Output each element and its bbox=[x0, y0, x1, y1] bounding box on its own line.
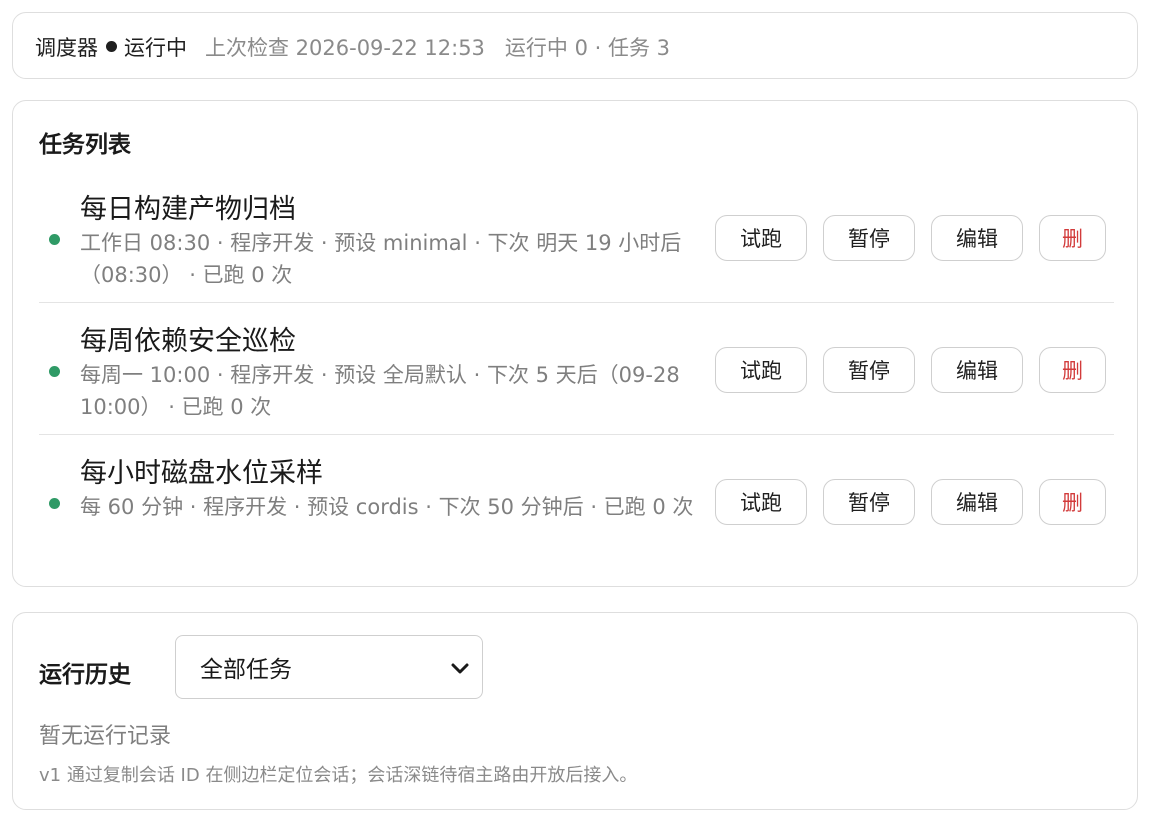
edit-button[interactable]: 编辑 bbox=[931, 479, 1023, 525]
task-row: 每小时磁盘水位采样 每 60 分钟 · 程序开发 · 预设 cordis · 下… bbox=[39, 435, 1114, 567]
pause-button[interactable]: 暂停 bbox=[823, 347, 915, 393]
pause-button[interactable]: 暂停 bbox=[823, 215, 915, 261]
task-filter-value: 全部任务 bbox=[200, 657, 292, 683]
scheduler-state: 运行中 bbox=[124, 35, 187, 60]
task-title: 每小时磁盘水位采样 bbox=[80, 458, 323, 489]
pause-button[interactable]: 暂停 bbox=[823, 479, 915, 525]
delete-button[interactable]: 删 bbox=[1039, 479, 1106, 525]
task-row: 每日构建产物归档 工作日 08:30 · 程序开发 · 预设 minimal ·… bbox=[39, 171, 1114, 303]
task-actions: 试跑 暂停 编辑 删 bbox=[715, 215, 1106, 261]
status-dot-icon bbox=[49, 234, 60, 245]
delete-button[interactable]: 删 bbox=[1039, 215, 1106, 261]
task-title: 每周依赖安全巡检 bbox=[80, 326, 296, 357]
run-history-card: 运行历史 全部任务 暂无运行记录 v1 通过复制会话 ID 在侧边栏定位会话；会… bbox=[12, 612, 1138, 810]
task-list-title: 任务列表 bbox=[39, 132, 131, 158]
edit-button[interactable]: 编辑 bbox=[931, 215, 1023, 261]
task-meta: 工作日 08:30 · 程序开发 · 预设 minimal · 下次 明天 19… bbox=[80, 231, 682, 287]
history-note: v1 通过复制会话 ID 在侧边栏定位会话；会话深链待宿主路由开放后接入。 bbox=[39, 765, 638, 786]
task-filter-select[interactable]: 全部任务 bbox=[175, 635, 483, 699]
task-meta: 每 60 分钟 · 程序开发 · 预设 cordis · 下次 50 分钟后 ·… bbox=[80, 495, 694, 519]
task-counts: 运行中 0 · 任务 3 bbox=[504, 35, 671, 60]
status-dot-icon bbox=[49, 366, 60, 377]
chevron-down-icon bbox=[451, 663, 469, 674]
task-title: 每日构建产物归档 bbox=[80, 194, 296, 225]
bullet-icon bbox=[106, 41, 117, 52]
task-list-card: 任务列表 每日构建产物归档 工作日 08:30 · 程序开发 · 预设 mini… bbox=[12, 100, 1138, 587]
trial-run-button[interactable]: 试跑 bbox=[715, 479, 807, 525]
last-check-time: 上次检查 2026-09-22 12:53 bbox=[205, 35, 485, 60]
history-empty-text: 暂无运行记录 bbox=[39, 724, 172, 749]
task-meta: 每周一 10:00 · 程序开发 · 预设 全局默认 · 下次 5 天后（09-… bbox=[80, 363, 680, 419]
task-actions: 试跑 暂停 编辑 删 bbox=[715, 479, 1106, 525]
scheduler-status-row: 调度器 运行中 上次检查 2026-09-22 12:53 运行中 0 · 任务… bbox=[35, 13, 670, 80]
edit-button[interactable]: 编辑 bbox=[931, 347, 1023, 393]
task-row: 每周依赖安全巡检 每周一 10:00 · 程序开发 · 预设 全局默认 · 下次… bbox=[39, 303, 1114, 435]
task-actions: 试跑 暂停 编辑 删 bbox=[715, 347, 1106, 393]
scheduler-status-card: 调度器 运行中 上次检查 2026-09-22 12:53 运行中 0 · 任务… bbox=[12, 12, 1138, 79]
delete-button[interactable]: 删 bbox=[1039, 347, 1106, 393]
scheduler-name: 调度器 bbox=[35, 35, 98, 60]
run-history-title: 运行历史 bbox=[39, 662, 131, 688]
trial-run-button[interactable]: 试跑 bbox=[715, 347, 807, 393]
trial-run-button[interactable]: 试跑 bbox=[715, 215, 807, 261]
status-dot-icon bbox=[49, 498, 60, 509]
